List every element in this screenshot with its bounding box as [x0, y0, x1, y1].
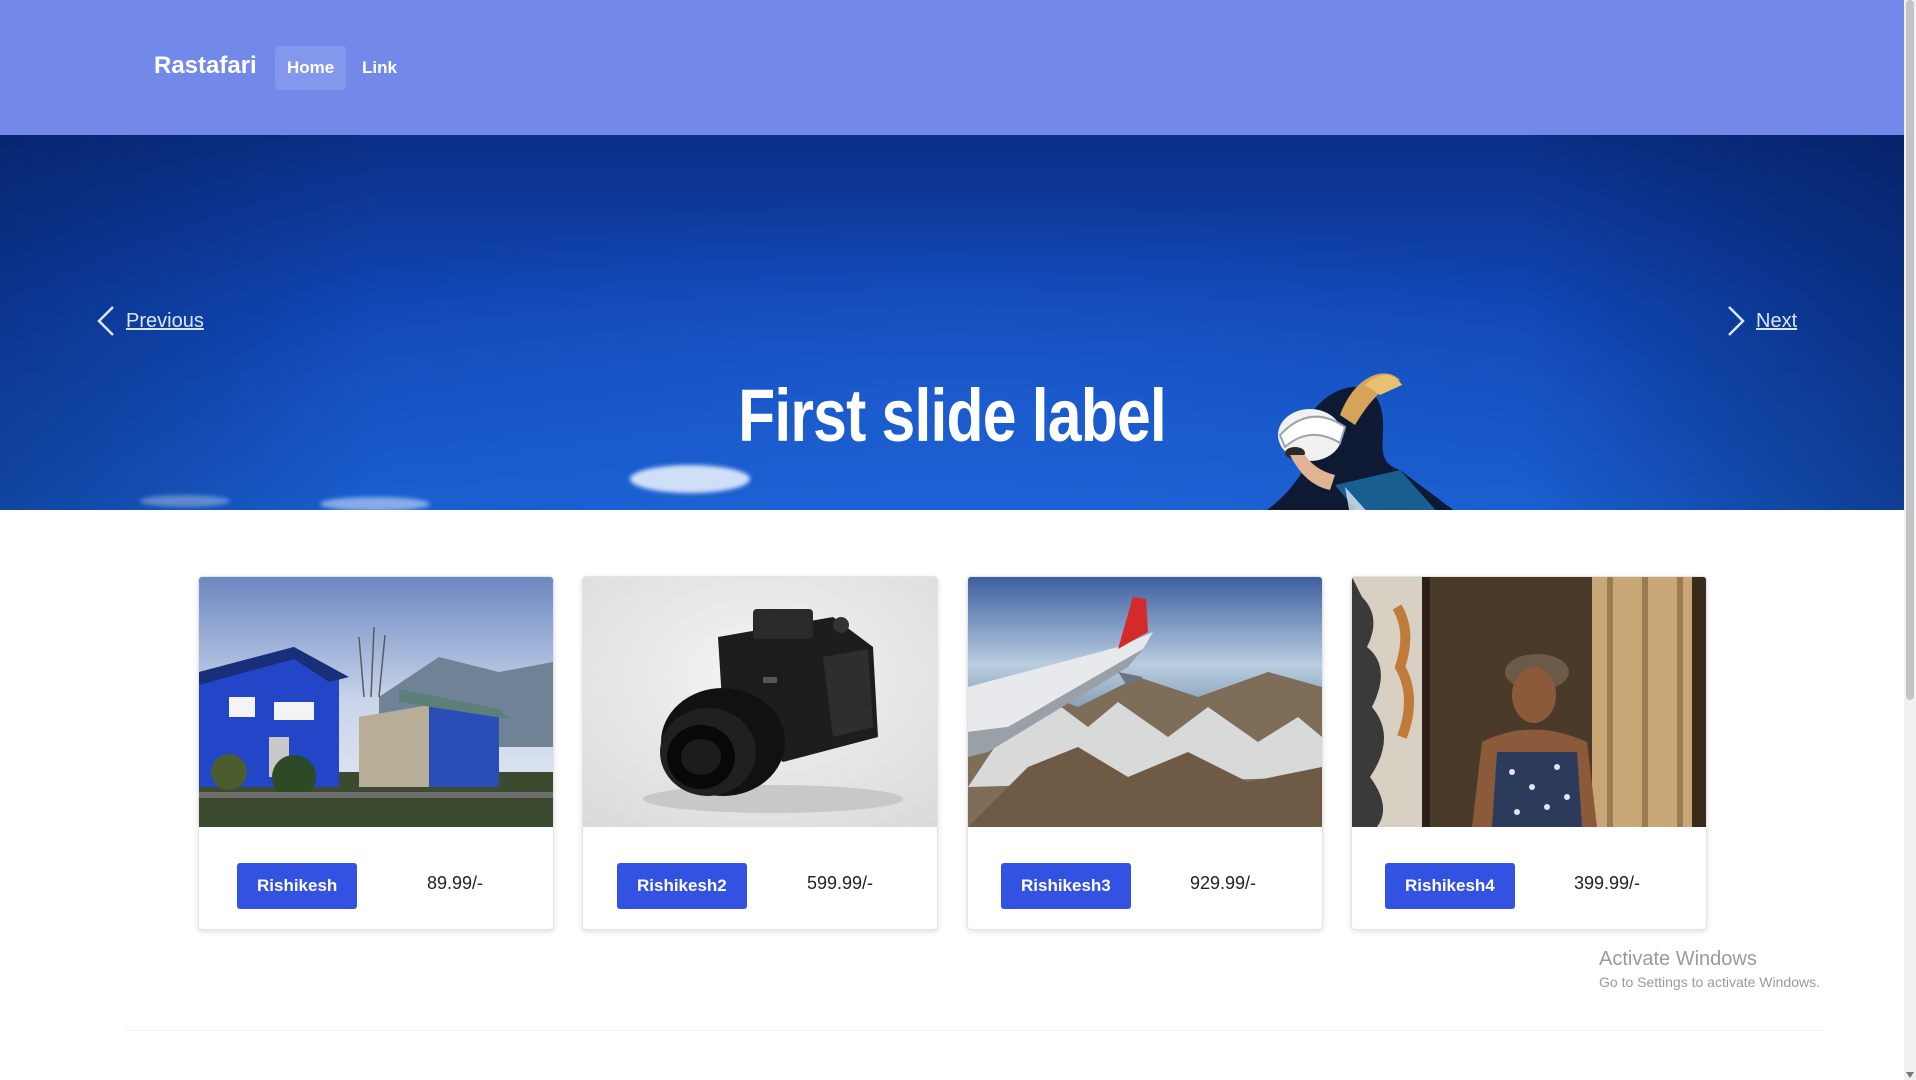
- scroll-down-arrow-icon[interactable]: [1906, 1072, 1914, 1078]
- chevron-left-icon: [97, 306, 114, 336]
- woman-portrait-photo: [1352, 577, 1706, 827]
- vertical-scrollbar[interactable]: [1904, 0, 1916, 1080]
- nav-link-home[interactable]: Home: [275, 46, 347, 90]
- cloud-decoration: [630, 465, 750, 493]
- navbar: Rastafari Home Link: [0, 0, 1904, 135]
- house-photo: [199, 577, 553, 827]
- product-card: Rishikesh3 929.99/-: [967, 576, 1323, 930]
- carousel-prev-label: Previous: [126, 309, 204, 332]
- nav-link-link[interactable]: Link: [350, 46, 409, 90]
- product-card: Rishikesh2 599.99/-: [582, 576, 938, 930]
- card-button[interactable]: Rishikesh3: [1001, 863, 1131, 909]
- card-button[interactable]: Rishikesh2: [617, 863, 747, 909]
- card-button[interactable]: Rishikesh: [237, 863, 358, 909]
- navbar-brand[interactable]: Rastafari: [154, 52, 257, 80]
- card-button[interactable]: Rishikesh4: [1385, 863, 1515, 909]
- product-card: Rishikesh4 399.99/-: [1351, 576, 1707, 930]
- card-price: 89.99/-: [427, 873, 484, 893]
- cloud-decoration: [320, 497, 430, 510]
- airplane-wing-photo: [968, 577, 1322, 827]
- carousel-next-label: Next: [1756, 309, 1798, 332]
- camera-photo: [583, 577, 937, 827]
- card-price: 929.99/-: [1190, 873, 1257, 893]
- card-price: 399.99/-: [1574, 873, 1641, 893]
- windows-watermark-subtitle: Go to Settings to activate Windows.: [1599, 974, 1820, 990]
- page: Rastafari Home Link Previous Next First …: [0, 0, 1916, 1080]
- scrollbar-thumb[interactable]: [1906, 0, 1914, 700]
- chevron-right-icon: [1728, 306, 1745, 336]
- slide-caption: First slide label: [738, 374, 1167, 457]
- carousel-next-control[interactable]: Next: [1726, 305, 1797, 337]
- product-card: Rishikesh 89.99/-: [198, 576, 554, 930]
- card-price: 599.99/-: [807, 873, 874, 893]
- carousel-prev-control[interactable]: Previous: [96, 305, 204, 337]
- cloud-decoration: [140, 495, 230, 507]
- carousel: Previous Next First slide label: [0, 135, 1904, 510]
- divider: [124, 1030, 1824, 1031]
- windows-watermark-title: Activate Windows: [1599, 948, 1757, 970]
